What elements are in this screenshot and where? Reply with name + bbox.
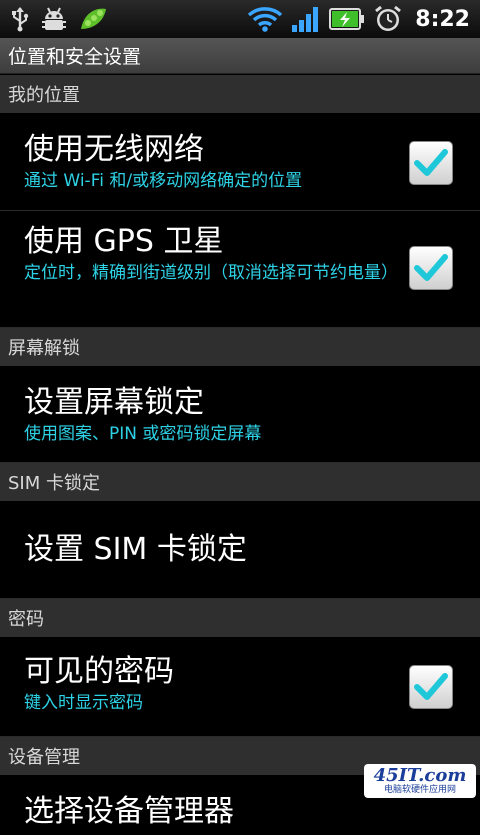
status-clock: 8:22 [415, 6, 470, 32]
pref-title: 使用 GPS 卫星 [24, 224, 224, 259]
section-header-password: 密码 [0, 599, 480, 637]
settings-list: 我的位置 使用无线网络 通过 Wi-Fi 和/或移动网络确定的位置 使用 GPS… [0, 75, 480, 835]
alarm-icon [375, 5, 402, 31]
check-mark-icon [414, 149, 448, 176]
pref-use-gps-satellites[interactable]: 使用 GPS 卫星 定位时，精确到街道级别（取消选择可节约电量） [0, 211, 480, 328]
gps-checkbox[interactable] [409, 246, 453, 290]
pref-summary: 定位时，精确到街道级别（取消选择可节约电量） [24, 263, 398, 283]
section-header-screen-unlock: 屏幕解锁 [0, 328, 480, 366]
pea-pod-app-icon [81, 8, 106, 29]
pref-title: 选择设备管理器 [24, 794, 234, 829]
pref-title: 可见的密码 [24, 654, 174, 689]
section-header-my-location: 我的位置 [0, 75, 480, 113]
watermark-caption: 电脑软硬件应用网 [383, 784, 456, 795]
check-mark-icon [414, 254, 448, 281]
battery-charging-icon [329, 8, 365, 30]
site-watermark: 45IT.com 电脑软硬件应用网 [364, 764, 476, 798]
pref-title: 设置 SIM 卡锁定 [24, 532, 247, 567]
section-header-sim-lock: SIM 卡锁定 [0, 463, 480, 501]
pref-set-screen-lock[interactable]: 设置屏幕锁定 使用图案、PIN 或密码锁定屏幕 [0, 366, 480, 463]
pref-set-sim-lock[interactable]: 设置 SIM 卡锁定 [0, 501, 480, 599]
usb-icon [12, 7, 29, 32]
wireless-checkbox[interactable] [409, 141, 453, 185]
pref-summary: 键入时显示密码 [24, 693, 143, 713]
pref-summary: 使用图案、PIN 或密码锁定屏幕 [24, 424, 262, 444]
pref-title: 设置屏幕锁定 [24, 385, 204, 420]
wifi-icon [248, 7, 283, 32]
signal-icon [292, 7, 319, 32]
check-mark-icon [414, 673, 448, 700]
pref-title: 使用无线网络 [24, 132, 204, 167]
pref-visible-passwords[interactable]: 可见的密码 键入时显示密码 [0, 637, 480, 737]
status-bar: 8:22 [0, 0, 480, 38]
page-title: 位置和安全设置 [0, 38, 480, 74]
pref-summary: 通过 Wi-Fi 和/或移动网络确定的位置 [24, 171, 303, 191]
watermark-logo: 45IT.com [373, 764, 467, 786]
android-debug-icon [42, 7, 66, 30]
pref-use-wireless-networks[interactable]: 使用无线网络 通过 Wi-Fi 和/或移动网络确定的位置 [0, 113, 480, 211]
visible-passwords-checkbox[interactable] [409, 665, 453, 709]
